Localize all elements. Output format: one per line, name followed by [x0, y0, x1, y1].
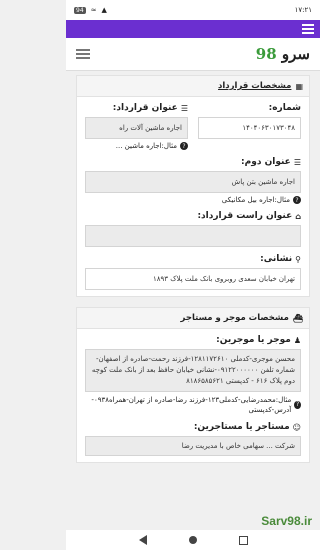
contract-card: ▦ مشخصات قرارداد شماره: ۱۴۰۴۰۶۳۰۱۷۳۰۴۸ ☰… [76, 75, 310, 297]
home-button-icon[interactable] [188, 536, 197, 544]
status-bar: 94 ≈ ▲ ۱۷:۲۱ [66, 0, 320, 20]
contract-card-title: مشخصات قرارداد [218, 81, 292, 91]
address-label: نشانی: [260, 254, 293, 264]
lessor-textarea[interactable]: محسن موجری-کدملی ۱۲۸۱۱۷۲۶۱۰-فرزند رحمت-ص… [85, 349, 301, 392]
top-purple-bar [66, 20, 320, 38]
battery-icon: 94 [74, 6, 86, 14]
recent-apps-icon[interactable] [238, 535, 248, 545]
right-title-field[interactable] [85, 225, 301, 247]
right-title-label: عنوان راست قرارداد: [197, 211, 293, 221]
home-icon: ⌂ [295, 211, 301, 221]
number-label: شماره: [268, 103, 301, 113]
contract-number-field[interactable]: ۱۴۰۴۰۶۳۰۱۷۳۰۴۸ [198, 117, 301, 139]
question-icon: ? [180, 142, 188, 150]
status-time: ۱۷:۲۱ [294, 6, 312, 14]
contract-title-field[interactable]: اجاره ماشین آلات راه [85, 117, 188, 139]
lessor-label: موجر یا موجرین: [216, 335, 291, 345]
second-title-hint: مثال:اجاره بیل مکانیکی [221, 196, 290, 204]
lessee-label: مستاجر یا مستاجرین: [193, 422, 290, 432]
list-icon: ☰ [180, 103, 188, 113]
parties-card-header: ⛴ مشخصات موجر و مستاجر [77, 308, 309, 329]
second-title-field[interactable]: اجاره ماشین بتن پاش [85, 171, 301, 193]
title-label: عنوان قرارداد: [112, 103, 178, 113]
back-icon[interactable] [138, 535, 147, 545]
app-header: سرو 98 [66, 38, 320, 71]
logo-number: 98 [255, 45, 277, 63]
ship-icon: ⛴ [292, 313, 303, 323]
menu-icon[interactable] [302, 24, 314, 34]
address-field[interactable]: تهران خیابان سعدی روبروی بانک ملت پلاک ۱… [85, 268, 301, 290]
app-logo[interactable]: سرو 98 [256, 45, 310, 63]
parties-card-title: مشخصات موجر و مستاجر [180, 313, 289, 323]
contract-card-header: ▦ مشخصات قرارداد [77, 76, 309, 97]
main-content: ▦ مشخصات قرارداد شماره: ۱۴۰۴۰۶۳۰۱۷۳۰۴۸ ☰… [66, 75, 320, 463]
lessee-textarea[interactable]: شرکت ... سهامی خاص با مدیریت رضا [85, 436, 301, 456]
user-circle-icon: ☺ [292, 422, 301, 432]
status-left: 94 ≈ ▲ [74, 6, 107, 14]
android-nav-bar [66, 530, 320, 550]
question-icon: ? [293, 196, 301, 204]
user-icon: ♟ [293, 335, 301, 345]
question-icon: ? [294, 401, 301, 409]
title-hint: مثال:اجاره ماشین ... [115, 142, 177, 150]
map-marker-icon: ⚲ [295, 254, 301, 264]
signal-icon: ▲ [101, 6, 107, 14]
logo-text: سرو [281, 45, 310, 63]
watermark: Sarv98.ir [261, 514, 312, 528]
wifi-icon: ≈ [90, 6, 97, 14]
parties-card: ⛴ مشخصات موجر و مستاجر ♟ موجر یا موجرین: … [76, 307, 310, 463]
book-icon: ▦ [295, 81, 303, 91]
lessor-hint: مثال:محمدرضایی-کدملی۱۲۳-فرزند رضا-صادره … [91, 396, 292, 414]
second-title-label: عنوان دوم: [241, 157, 291, 167]
sidebar-menu-icon[interactable] [76, 49, 90, 59]
list-icon: ☰ [293, 157, 301, 167]
